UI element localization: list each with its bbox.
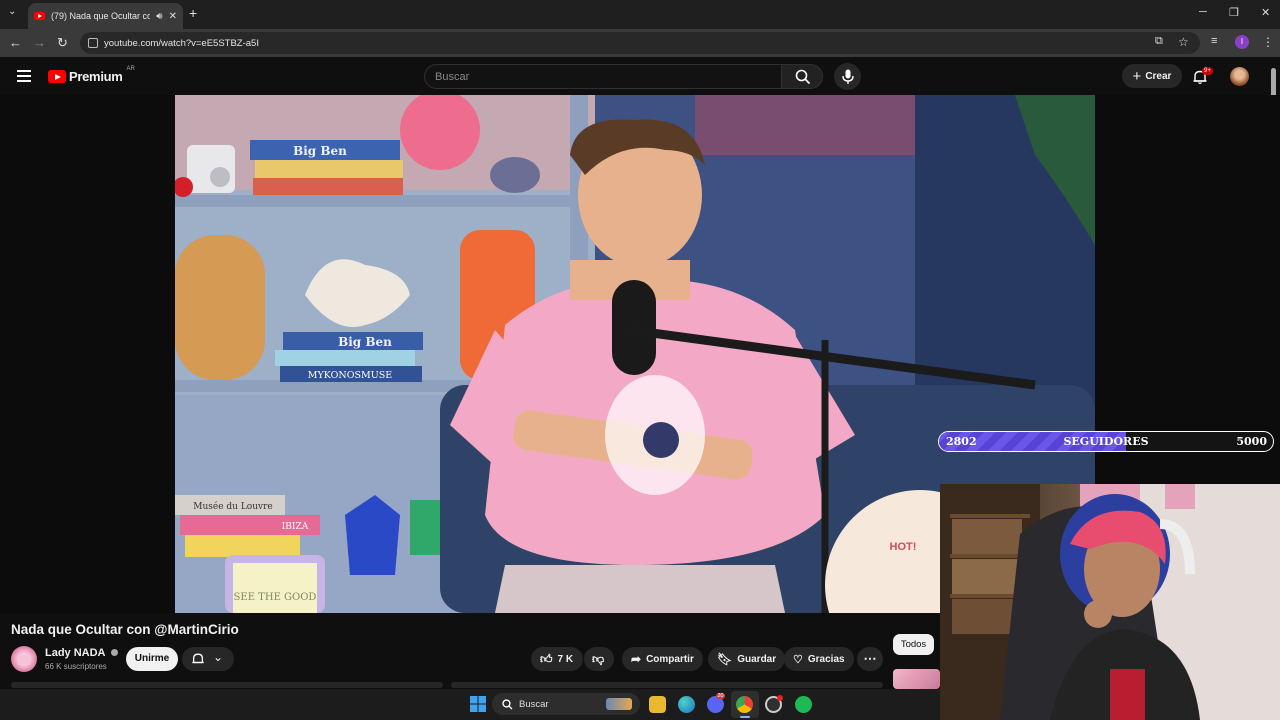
country-code: AR — [126, 65, 135, 72]
search-highlight-icon — [606, 698, 632, 710]
like-count: 7 K — [557, 653, 574, 665]
search-icon — [795, 69, 811, 85]
youtube-premium-logo[interactable]: Premium AR — [48, 65, 135, 84]
book-title-top: Big Ben — [293, 144, 347, 158]
save-button[interactable]: 🔖︎ Guardar — [708, 647, 786, 671]
more-horizontal-icon: ⋯ — [863, 651, 877, 666]
create-label: Crear — [1145, 70, 1172, 82]
windows-start-icon[interactable] — [470, 696, 486, 712]
follower-label: SEGUIDORES — [1063, 435, 1149, 448]
webcam-frame — [940, 484, 1280, 720]
site-info-icon[interactable] — [88, 38, 98, 48]
bookmark-icon: 🔖︎ — [717, 652, 733, 666]
plus-icon: + — [1132, 67, 1142, 85]
tab-title: (79) Nada que Ocultar con — [51, 11, 151, 21]
channel-name[interactable]: Lady NADA — [45, 647, 119, 659]
new-tab-button[interactable]: + — [189, 5, 197, 21]
share-button[interactable]: ➦ Compartir — [622, 647, 703, 671]
book-spine-text: MYKONOSMUSE — [308, 370, 392, 381]
thanks-button[interactable]: ♡ Gracias — [784, 647, 854, 671]
voice-search-button[interactable] — [834, 63, 861, 90]
address-bar[interactable]: youtube.com/watch?v=eE5STBZ-a5I — [80, 32, 1200, 54]
url-text: youtube.com/watch?v=eE5STBZ-a5I — [104, 37, 259, 49]
logo-wordmark: Premium — [69, 69, 123, 84]
streamer-webcam — [940, 484, 1280, 720]
taskbar-search-label: Buscar — [519, 698, 549, 710]
notification-count-badge: 9+ — [1202, 67, 1213, 75]
back-icon[interactable]: ← — [9, 35, 22, 50]
bell-icon — [192, 653, 204, 664]
youtube-play-logo-icon — [48, 70, 66, 83]
browser-tab-active[interactable]: (79) Nada que Ocultar con 🔊︎ ✕ — [28, 3, 183, 29]
thumbs-down-icon: 👎︎ — [592, 651, 605, 666]
tab-search-chevron-icon[interactable]: ⌄ — [8, 6, 16, 17]
microphone-icon — [841, 69, 854, 84]
recommended-video-thumbnail[interactable] — [893, 669, 940, 689]
window-minimize-icon[interactable]: ─ — [1199, 6, 1207, 18]
taskbar-search[interactable]: Buscar — [492, 693, 640, 715]
book-louvre: Musée du Louvre — [193, 501, 272, 512]
share-arrow-icon: ➦ — [631, 652, 642, 666]
forward-icon[interactable]: → — [33, 35, 46, 50]
taskbar-search-icon — [502, 698, 513, 709]
channel-avatar[interactable] — [11, 646, 37, 672]
heart-dollar-icon: ♡ — [793, 653, 803, 666]
profile-avatar[interactable]: I — [1235, 35, 1249, 49]
speaker-icon[interactable]: 🔊︎ — [156, 11, 162, 22]
window-close-icon[interactable]: ✕ — [1261, 6, 1270, 19]
menu-hamburger-icon[interactable] — [17, 70, 31, 82]
window-restore-icon[interactable]: ❐ — [1229, 6, 1239, 19]
youtube-favicon-icon — [34, 12, 45, 20]
search-input[interactable]: Buscar — [424, 64, 782, 89]
reload-icon[interactable]: ↻ — [57, 35, 68, 51]
video-title: Nada que Ocultar con @MartinCirio — [11, 622, 239, 637]
chrome-icon[interactable] — [736, 696, 753, 713]
description-box-edge — [11, 682, 443, 688]
thumbs-up-icon: 👍︎ — [540, 651, 553, 666]
obs-recording-dot — [777, 695, 783, 701]
book-ibiza: IBIZA — [282, 522, 309, 532]
file-explorer-icon[interactable] — [649, 696, 666, 713]
hot-badge: HOT! — [890, 541, 917, 553]
tab-close-icon[interactable]: ✕ — [169, 11, 177, 22]
more-actions-button[interactable]: ⋯ — [857, 647, 883, 671]
spotify-icon[interactable] — [795, 696, 812, 713]
book-title-middle: Big Ben — [338, 335, 392, 349]
discord-badge: 20 — [716, 693, 726, 699]
browser-tab-strip: ⌄ (79) Nada que Ocultar con 🔊︎ ✕ + ─ ❐ ✕ — [0, 0, 1280, 29]
filter-chip-all[interactable]: Todos — [893, 634, 934, 655]
thanks-label: Gracias — [807, 653, 845, 665]
join-button[interactable]: Unirme — [126, 647, 178, 671]
dislike-button[interactable]: 👎︎ — [584, 647, 614, 671]
chrome-active-indicator — [740, 716, 750, 718]
follower-goal-count: 5000 — [1236, 435, 1267, 448]
create-button[interactable]: + Crear — [1122, 64, 1182, 88]
follower-goal-bar: 2802 SEGUIDORES 5000 — [938, 431, 1274, 452]
account-avatar[interactable] — [1230, 67, 1249, 86]
channel-name-text: Lady NADA — [45, 647, 106, 659]
chevron-down-icon: ⌄ — [213, 650, 224, 664]
see-the-good-sign: SEE THE GOOD — [234, 592, 317, 603]
share-label: Compartir — [646, 653, 694, 665]
subscribed-notifications-button[interactable]: ⌄ — [182, 647, 234, 671]
bookmark-star-icon[interactable]: ☆ — [1178, 35, 1189, 49]
save-label: Guardar — [737, 653, 777, 665]
like-button[interactable]: 👍︎ 7 K — [531, 647, 583, 671]
comments-box-edge — [451, 682, 883, 688]
verified-badge-icon — [111, 649, 119, 656]
youtube-masthead: Premium AR Buscar + Crear 9+ — [0, 57, 1280, 95]
subscriber-count: 66 K suscriptores — [45, 662, 107, 671]
edge-browser-icon[interactable] — [678, 696, 695, 713]
media-controls-icon[interactable]: ≡ — [1211, 35, 1217, 47]
search-button[interactable] — [781, 64, 823, 89]
browser-toolbar: ← → ↻ youtube.com/watch?v=eE5STBZ-a5I ⧉ … — [0, 29, 1280, 57]
chrome-menu-icon[interactable]: ⋮ — [1262, 35, 1274, 49]
install-app-icon[interactable]: ⧉ — [1155, 35, 1163, 48]
